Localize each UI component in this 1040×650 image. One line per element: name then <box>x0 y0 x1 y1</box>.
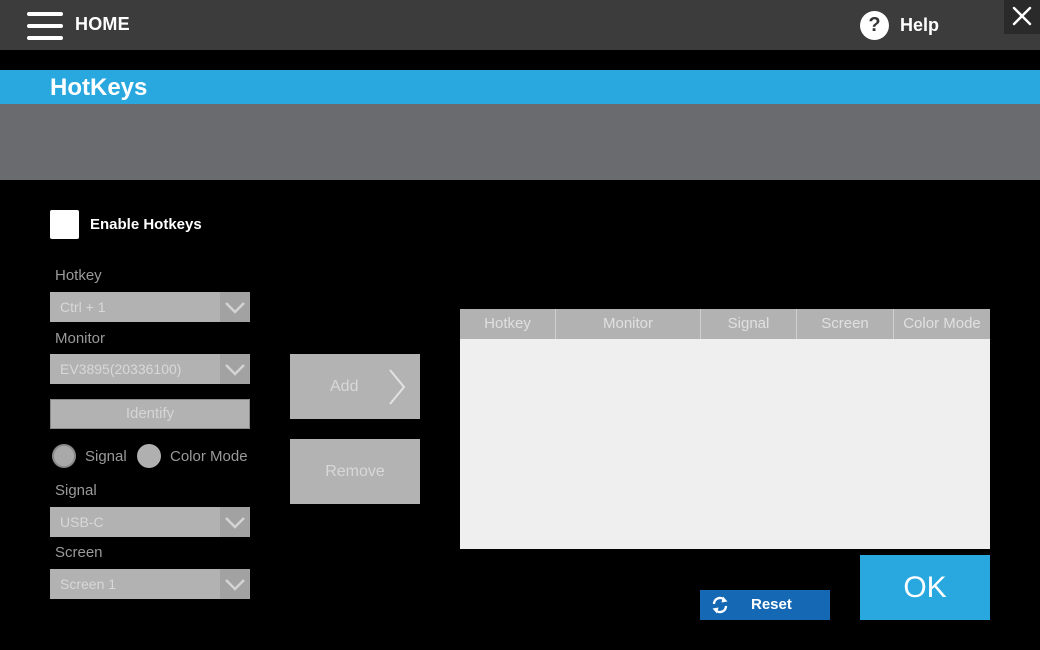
column-header-screen[interactable]: Screen <box>797 309 894 339</box>
chevron-down-icon <box>220 292 250 322</box>
hamburger-menu-icon[interactable] <box>27 12 63 40</box>
refresh-icon <box>712 596 728 614</box>
identify-button[interactable]: Identify <box>50 399 250 429</box>
monitor-label: Monitor <box>55 330 106 347</box>
chevron-down-icon <box>220 569 250 599</box>
column-header-monitor[interactable]: Monitor <box>556 309 701 339</box>
monitor-select[interactable]: EV3895(20336100) <box>50 354 250 384</box>
signal-value: USB-C <box>60 514 104 530</box>
hotkey-select[interactable]: Ctrl + 1 <box>50 292 250 322</box>
screen-select[interactable]: Screen 1 <box>50 569 250 599</box>
column-header-signal[interactable]: Signal <box>701 309 797 339</box>
chevron-right-icon <box>389 369 406 405</box>
add-button-label: Add <box>330 378 359 395</box>
screen-label: Screen <box>55 544 103 561</box>
color-mode-radio[interactable] <box>137 444 161 468</box>
hotkeys-window: HOME ? Help HotKeys Enable Hotkeys Hotke… <box>0 0 1040 650</box>
help-label: Help <box>900 14 940 35</box>
help-button[interactable]: ? Help <box>860 10 939 40</box>
signal-radio-label: Signal <box>85 447 127 465</box>
title-bar: HotKeys <box>0 70 1040 104</box>
signal-radio-option[interactable]: Signal <box>52 444 127 468</box>
hotkey-label: Hotkey <box>55 267 102 284</box>
signal-label: Signal <box>55 482 97 499</box>
remove-button[interactable]: Remove <box>290 439 420 504</box>
question-circle-icon: ? <box>860 10 889 40</box>
chevron-down-icon <box>220 354 250 384</box>
top-bar: HOME ? Help <box>0 0 1040 50</box>
signal-radio[interactable] <box>52 444 76 468</box>
screen-value: Screen 1 <box>60 576 117 592</box>
ok-button[interactable]: OK <box>860 555 990 620</box>
header-band <box>0 104 1040 180</box>
close-icon <box>1012 6 1032 26</box>
home-link[interactable]: HOME <box>75 14 130 35</box>
enable-hotkeys-checkbox[interactable] <box>50 210 79 239</box>
reset-button[interactable]: Reset <box>700 590 830 620</box>
table-header: Hotkey Monitor Signal Screen Color Mode <box>460 309 990 339</box>
add-button[interactable]: Add <box>290 354 420 419</box>
close-button[interactable] <box>1004 0 1040 34</box>
reset-button-label: Reset <box>751 596 792 613</box>
monitor-value: EV3895(20336100) <box>60 361 182 377</box>
chevron-down-icon <box>220 507 250 537</box>
hotkey-value: Ctrl + 1 <box>60 299 106 315</box>
column-header-color-mode[interactable]: Color Mode <box>894 309 990 339</box>
column-header-hotkey[interactable]: Hotkey <box>460 309 556 339</box>
enable-hotkeys-toggle[interactable]: Enable Hotkeys <box>50 210 202 239</box>
remove-button-label: Remove <box>325 463 385 480</box>
page-title: HotKeys <box>50 74 148 101</box>
hotkeys-table: Hotkey Monitor Signal Screen Color Mode <box>460 309 990 549</box>
color-mode-radio-label: Color Mode <box>170 447 248 465</box>
signal-select[interactable]: USB-C <box>50 507 250 537</box>
enable-hotkeys-label: Enable Hotkeys <box>90 216 202 233</box>
color-mode-radio-option[interactable]: Color Mode <box>137 444 248 468</box>
